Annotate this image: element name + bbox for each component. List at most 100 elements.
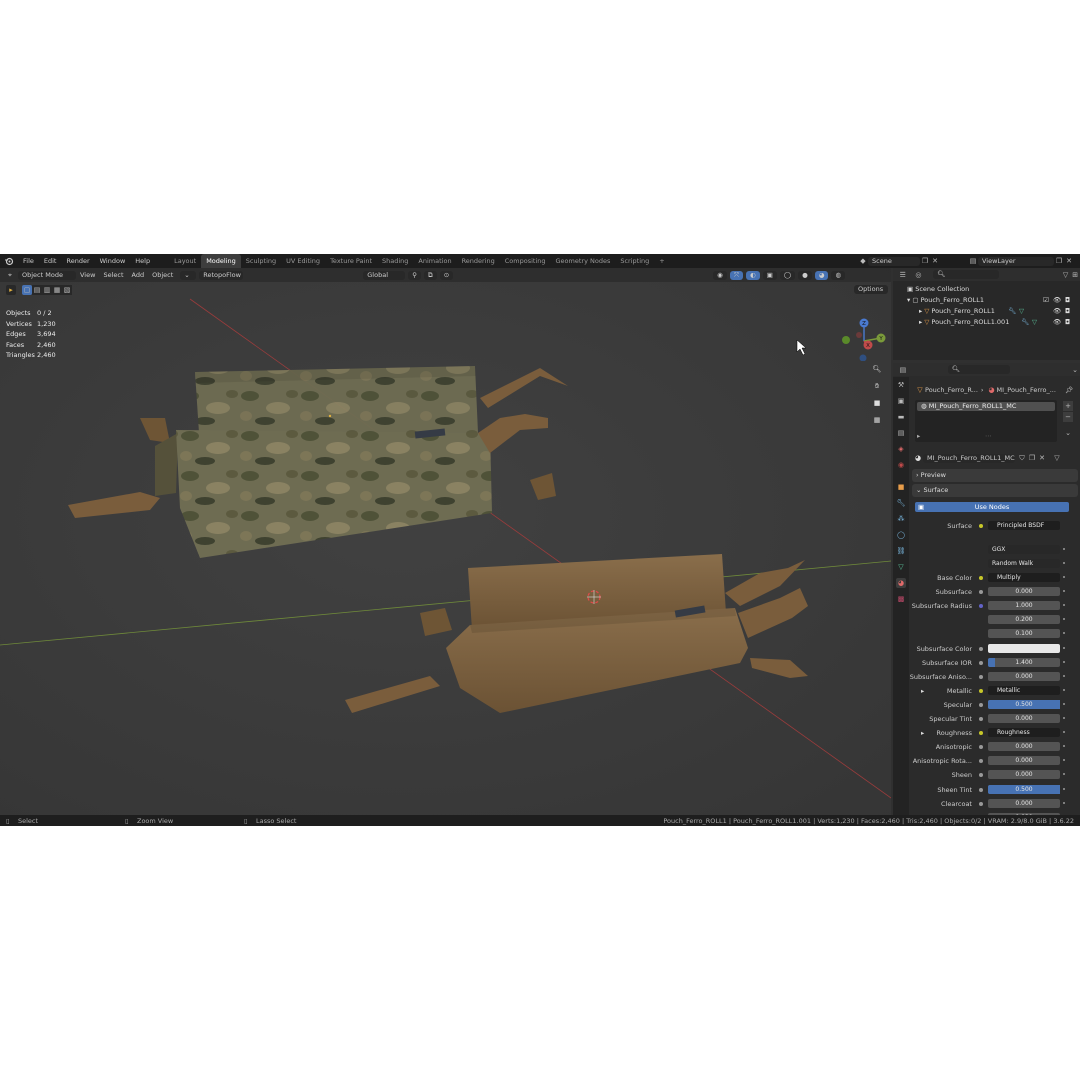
- gizmo-toggle-icon[interactable]: ⤧: [729, 270, 744, 280]
- axis-gizmo-icon[interactable]: Z Y X: [839, 305, 889, 362]
- expand-icon[interactable]: ▸: [921, 729, 924, 737]
- visibility-eye-icon[interactable]: 👁︎: [1053, 295, 1061, 306]
- visibility-icon[interactable]: ◉: [713, 270, 727, 280]
- material-browse-icon[interactable]: ◕: [913, 453, 923, 463]
- select-invert-icon[interactable]: ▦: [52, 285, 62, 295]
- tab-layout[interactable]: Layout: [169, 254, 201, 268]
- keyframe-dot-icon[interactable]: [1063, 788, 1065, 790]
- proportional-edit-icon[interactable]: ⊙: [439, 270, 454, 280]
- copy-icon[interactable]: ❐: [920, 256, 930, 266]
- keyframe-dot-icon[interactable]: [1063, 590, 1065, 592]
- outliner-object-row[interactable]: ▸ ▽ Pouch_Ferro_ROLL1 🔧︎ ▽ 👁︎ ◘: [893, 306, 1080, 317]
- outliner-editor-icon[interactable]: ☰: [898, 270, 908, 280]
- outliner-scene-collection[interactable]: ▣ Scene Collection: [893, 284, 1080, 295]
- select-intersect-icon[interactable]: ▧: [62, 285, 72, 295]
- number-slider-sheen-tint[interactable]: 0.500: [988, 785, 1060, 794]
- material-slot-list[interactable]: ◍ MI_Pouch_Ferro_ROLL1_MC ▸ ⋯: [915, 400, 1057, 442]
- tab-shading[interactable]: Shading: [377, 254, 413, 268]
- number-slider-value[interactable]: 0.100: [988, 629, 1060, 638]
- menu-render[interactable]: Render: [61, 254, 94, 268]
- tab-compositing[interactable]: Compositing: [500, 254, 551, 268]
- keyframe-dot-icon[interactable]: [1063, 576, 1065, 578]
- pivot-icon[interactable]: ⚲: [408, 270, 422, 280]
- outliner-object-row[interactable]: ▸ ▽ Pouch_Ferro_ROLL1.001 🔧︎ ▽ 👁︎ ◘: [893, 317, 1080, 328]
- keyframe-dot-icon[interactable]: [1063, 661, 1065, 663]
- close-icon[interactable]: ✕: [1064, 256, 1074, 266]
- keyframe-dot-icon[interactable]: [1063, 717, 1065, 719]
- render-tab-icon[interactable]: ▣: [896, 396, 906, 406]
- slot-menu-icon[interactable]: ⌄: [1063, 428, 1073, 438]
- keyframe-dot-icon[interactable]: [1063, 802, 1065, 804]
- use-nodes-button[interactable]: ▣ Use Nodes: [915, 502, 1069, 512]
- select-extend-icon[interactable]: ▤: [32, 285, 42, 295]
- subsurface-method-dropdown[interactable]: Random Walk: [988, 559, 1060, 568]
- tab-geometry-nodes[interactable]: Geometry Nodes: [551, 254, 616, 268]
- render-camera-icon[interactable]: ◘: [1065, 295, 1070, 306]
- object-tab-icon[interactable]: ■: [896, 482, 906, 492]
- copy-icon[interactable]: ❐: [1054, 256, 1064, 266]
- surface-panel-header[interactable]: ⌄ Surface: [912, 484, 1078, 497]
- tab-scripting[interactable]: Scripting: [615, 254, 654, 268]
- filter-icon[interactable]: ▽: [1061, 270, 1071, 280]
- color-swatch-subsurface-color[interactable]: [988, 644, 1060, 653]
- keyframe-dot-icon[interactable]: [1063, 773, 1065, 775]
- zoom-icon[interactable]: 🔍︎: [872, 364, 882, 374]
- addon-dropdown-icon[interactable]: ⌄: [180, 270, 197, 280]
- options-dropdown[interactable]: Options: [854, 285, 888, 294]
- number-slider-subsurface[interactable]: 0.000: [988, 587, 1060, 596]
- tab-texture-paint[interactable]: Texture Paint: [325, 254, 377, 268]
- number-slider-specular-tint[interactable]: 0.000: [988, 714, 1060, 723]
- add-slot-icon[interactable]: +: [1063, 401, 1073, 411]
- menu-select[interactable]: Select: [99, 268, 127, 282]
- remove-slot-icon[interactable]: −: [1063, 412, 1073, 422]
- scene-selector[interactable]: ◆ Scene ❐ ✕: [858, 256, 940, 266]
- camera-icon[interactable]: ■: [872, 398, 882, 408]
- render-camera-icon[interactable]: ◘: [1065, 317, 1070, 328]
- keyframe-dot-icon[interactable]: [1063, 675, 1065, 677]
- material-shading-icon[interactable]: ◕: [814, 270, 829, 280]
- viewlayer-name[interactable]: ViewLayer: [978, 256, 1054, 266]
- rendered-shading-icon[interactable]: ◍: [831, 270, 846, 280]
- add-workspace-button[interactable]: +: [654, 254, 669, 268]
- select-subtract-icon[interactable]: ▥: [42, 285, 52, 295]
- modifier-tab-icon[interactable]: 🔧︎: [896, 498, 906, 508]
- tab-modeling[interactable]: Modeling: [201, 254, 241, 268]
- number-slider-sheen[interactable]: 0.000: [988, 770, 1060, 779]
- menu-add[interactable]: Add: [128, 268, 149, 282]
- view-layer-tab-icon[interactable]: ▤: [896, 428, 906, 438]
- expand-icon[interactable]: ▸: [917, 432, 920, 440]
- keyframe-dot-icon[interactable]: [1063, 689, 1065, 691]
- keyframe-dot-icon[interactable]: [1063, 703, 1065, 705]
- keyframe-dot-icon[interactable]: [1063, 548, 1065, 550]
- retopoflow-button[interactable]: RetopoFlow: [199, 270, 244, 280]
- number-slider-value[interactable]: 0.200: [988, 615, 1060, 624]
- output-tab-icon[interactable]: ▬: [896, 412, 906, 422]
- keyframe-dot-icon[interactable]: [1063, 731, 1065, 733]
- mode-dropdown[interactable]: Object Mode: [18, 270, 76, 280]
- tab-sculpting[interactable]: Sculpting: [241, 254, 281, 268]
- number-slider-clearcoat[interactable]: 0.000: [988, 799, 1060, 808]
- linked-input-metallic[interactable]: Metallic: [988, 686, 1060, 695]
- menu-window[interactable]: Window: [95, 254, 131, 268]
- overlay-toggle-icon[interactable]: ◐: [746, 270, 760, 280]
- keyframe-dot-icon[interactable]: [1063, 647, 1065, 649]
- keyframe-dot-icon[interactable]: [1063, 604, 1065, 606]
- preview-panel-header[interactable]: › Preview: [912, 469, 1078, 482]
- 3d-viewport[interactable]: Z Y X 🔍︎ ✋︎ ■ ▦ ⌖ Object Mode View Selec…: [0, 268, 891, 815]
- number-slider-anisotropic[interactable]: 0.000: [988, 742, 1060, 751]
- visibility-eye-icon[interactable]: 👁︎: [1053, 306, 1061, 317]
- outliner-search-input[interactable]: 🔍︎: [933, 270, 999, 279]
- pan-hand-icon[interactable]: ✋︎: [872, 381, 882, 391]
- menu-help[interactable]: Help: [130, 254, 155, 268]
- link-mode-icon[interactable]: ▽: [1052, 453, 1062, 463]
- scene-name[interactable]: Scene: [868, 256, 920, 266]
- keyframe-dot-icon[interactable]: [1063, 632, 1065, 634]
- display-mode-icon[interactable]: ◎: [914, 270, 924, 280]
- tool-tab-icon[interactable]: ⚒: [896, 380, 906, 390]
- transform-orientation-dropdown[interactable]: Global: [363, 270, 406, 280]
- viewlayer-selector[interactable]: ▤ ViewLayer ❐ ✕: [968, 256, 1074, 266]
- duplicate-icon[interactable]: ❐: [1027, 453, 1037, 463]
- menu-file[interactable]: File: [18, 254, 39, 268]
- grid-icon[interactable]: ▦: [872, 415, 882, 425]
- linked-input-roughness[interactable]: Roughness: [988, 728, 1060, 737]
